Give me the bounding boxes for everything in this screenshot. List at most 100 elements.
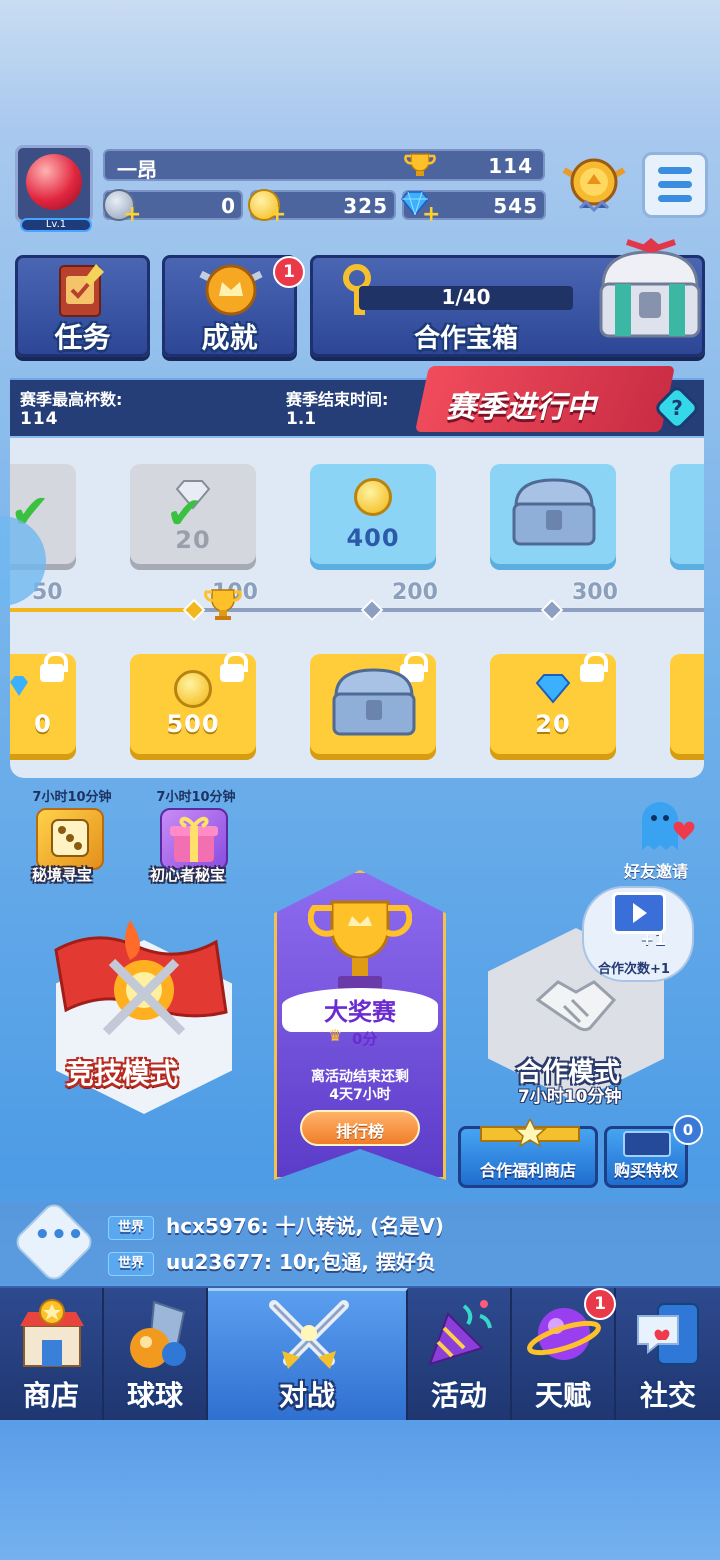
gold-trophy-icon xyxy=(307,898,413,996)
gift-icon xyxy=(160,808,228,870)
gems-bar[interactable]: + 545 xyxy=(401,190,546,227)
gold-coin-icon xyxy=(174,670,212,708)
reward-tile-top-3[interactable] xyxy=(490,464,616,564)
friend-invite-label: 好友邀请 xyxy=(624,862,689,881)
privilege-badge: 0 xyxy=(673,1115,703,1145)
achievements-badge: 1 xyxy=(273,256,305,288)
currency1-value: 0 xyxy=(221,194,235,218)
reward-value: 20 xyxy=(535,710,571,738)
ghost-heart-icon xyxy=(632,796,698,858)
player-name-bar: 一昂 114 xyxy=(103,149,545,182)
bottom-nav: 商店 球球 对战 活动 1 天赋 社交 xyxy=(0,1286,720,1422)
trophy-count: 114 xyxy=(488,154,533,178)
reward-tile-bottom-2[interactable] xyxy=(310,652,436,754)
achievements-label: 成就 xyxy=(201,321,258,354)
chat-panel[interactable]: ••• 世界 hcx5976: 十八转说, (名是V) 世界 uu23677: 10… xyxy=(0,1199,720,1285)
event-timer: 7小时10分钟 xyxy=(156,790,236,805)
privilege-card-icon xyxy=(623,1131,671,1157)
season-end-label: 赛季结束时间: xyxy=(286,390,389,409)
player-name: 一昂 xyxy=(117,158,157,182)
achievements-button[interactable]: 成就 1 xyxy=(162,255,305,357)
nav-label: 活动 xyxy=(430,1379,487,1412)
coop-chest-progress-bar: 1/40 xyxy=(359,285,573,310)
event-label: 初心者秘宝 xyxy=(150,866,226,884)
buy-privilege-button[interactable]: 购买特权 0 xyxy=(604,1115,703,1188)
help-icon: ? xyxy=(671,396,683,420)
reward-track[interactable]: ✔ ✔ 20 400 50 100 200 300 0 500 20 xyxy=(10,438,704,778)
crown-medal-icon xyxy=(195,260,267,320)
tick-label: 200 xyxy=(392,580,438,605)
crown-icon: ♛ xyxy=(328,1026,343,1045)
event-timer: 7小时10分钟 xyxy=(32,790,112,805)
coins-bar[interactable]: + 325 xyxy=(248,189,396,227)
nav-label: 商店 xyxy=(22,1379,79,1412)
reward-value: 400 xyxy=(346,524,400,552)
tasks-button[interactable]: 任务 xyxy=(15,255,150,357)
coop-shop-button[interactable]: 合作福利商店 xyxy=(458,1117,598,1188)
friend-invite-button[interactable]: 好友邀请 xyxy=(622,796,702,882)
rank-emblem-icon[interactable] xyxy=(560,150,628,220)
lock-icon xyxy=(38,652,68,682)
leaderboard-button[interactable]: 排行榜 xyxy=(300,1110,420,1146)
grand-prix-countdown-line2: 4天7小时 xyxy=(329,1087,391,1103)
coop-shop-label: 合作福利商店 xyxy=(479,1161,576,1180)
menu-button[interactable] xyxy=(642,152,708,218)
nav-label: 天赋 xyxy=(534,1379,591,1412)
reward-tile-top-1[interactable]: ✔ 20 xyxy=(130,464,256,564)
add-coins-icon[interactable]: + xyxy=(268,202,286,227)
season-info-bar: 赛季最高杯数: 114 赛季结束时间: 1.1 赛季进行中 ? xyxy=(10,366,704,436)
season-end-value: 1.1 xyxy=(286,409,317,429)
video-bonus-label: 合作次数+1 xyxy=(598,962,670,977)
add-icon[interactable]: + xyxy=(123,202,141,227)
reward-value: 20 xyxy=(175,526,211,554)
chat-channel-tag: 世界 xyxy=(108,1215,154,1240)
reward-tile-bottom-0[interactable]: 0 xyxy=(10,652,76,754)
coop-video-bonus-bubble[interactable]: +1 合作次数+1 xyxy=(582,886,694,982)
chat-message: hcx5976: 十八转说, (名是V) xyxy=(166,1214,444,1238)
chat-line: 世界 uu23677: 10r,包通, 摆好负 xyxy=(108,1246,436,1276)
reward-tile-top-4[interactable] xyxy=(670,464,704,564)
steel-chest-icon xyxy=(510,472,598,550)
task-book-icon xyxy=(56,262,108,320)
event-secret-treasure[interactable]: 7小时10分钟 秘境寻宝 xyxy=(22,786,122,886)
bottom-filler xyxy=(0,1420,720,1560)
gems-value: 545 xyxy=(493,194,538,218)
competitive-mode-button[interactable]: 竞技模式 xyxy=(46,900,246,1120)
buy-privilege-label: 购买特权 xyxy=(613,1161,678,1180)
reward-tile-bottom-1[interactable]: 500 xyxy=(130,652,256,754)
talent-badge: 1 xyxy=(584,1288,616,1320)
grand-prix-countdown-line1: 离活动结束还剩 xyxy=(311,1069,409,1085)
currency1-bar[interactable]: + 0 xyxy=(103,189,243,227)
event-beginner-treasure[interactable]: 7小时10分钟 初心者秘宝 xyxy=(146,786,246,886)
video-play-icon xyxy=(612,892,666,934)
season-status-text: 赛季进行中 xyxy=(446,390,596,425)
leaderboard-label: 排行榜 xyxy=(335,1122,384,1141)
lock-icon xyxy=(218,652,248,682)
add-gems-icon[interactable]: + xyxy=(422,202,440,227)
nav-social[interactable]: 社交 xyxy=(616,1288,720,1422)
nav-battle[interactable]: 对战 xyxy=(208,1288,408,1422)
tasks-label: 任务 xyxy=(54,321,111,354)
player-avatar[interactable]: Lv.1 xyxy=(15,145,93,232)
reward-tile-bottom-4[interactable] xyxy=(670,654,704,754)
grand-prix-card[interactable]: 大奖赛 ♛ 0分 离活动结束还剩 4天7小时 排行榜 xyxy=(274,870,446,1180)
balls-icon xyxy=(120,1298,192,1370)
star-banner-icon xyxy=(477,1117,583,1148)
coins-value: 325 xyxy=(343,194,388,218)
reward-tile-top-2[interactable]: 400 xyxy=(310,464,436,564)
progress-marker xyxy=(360,598,384,622)
gem-icon xyxy=(10,674,30,698)
nav-shop[interactable]: 商店 xyxy=(0,1288,104,1422)
nav-activity[interactable]: 活动 xyxy=(408,1288,512,1422)
nav-talent[interactable]: 1 天赋 xyxy=(512,1288,616,1422)
fire-ball-icon xyxy=(26,154,82,210)
chat-message: uu23677: 10r,包通, 摆好负 xyxy=(166,1250,436,1274)
flag-swords-icon xyxy=(46,920,242,1060)
season-best-value: 114 xyxy=(20,409,59,429)
nav-balls[interactable]: 球球 xyxy=(104,1288,208,1422)
reward-value: 500 xyxy=(166,710,220,738)
coop-chest-card[interactable]: 1/40 合作宝箱 xyxy=(310,238,705,357)
dice-icon xyxy=(36,808,104,870)
reward-tile-bottom-3[interactable]: 20 xyxy=(490,652,616,754)
competitive-mode-label: 竞技模式 xyxy=(66,1057,179,1090)
